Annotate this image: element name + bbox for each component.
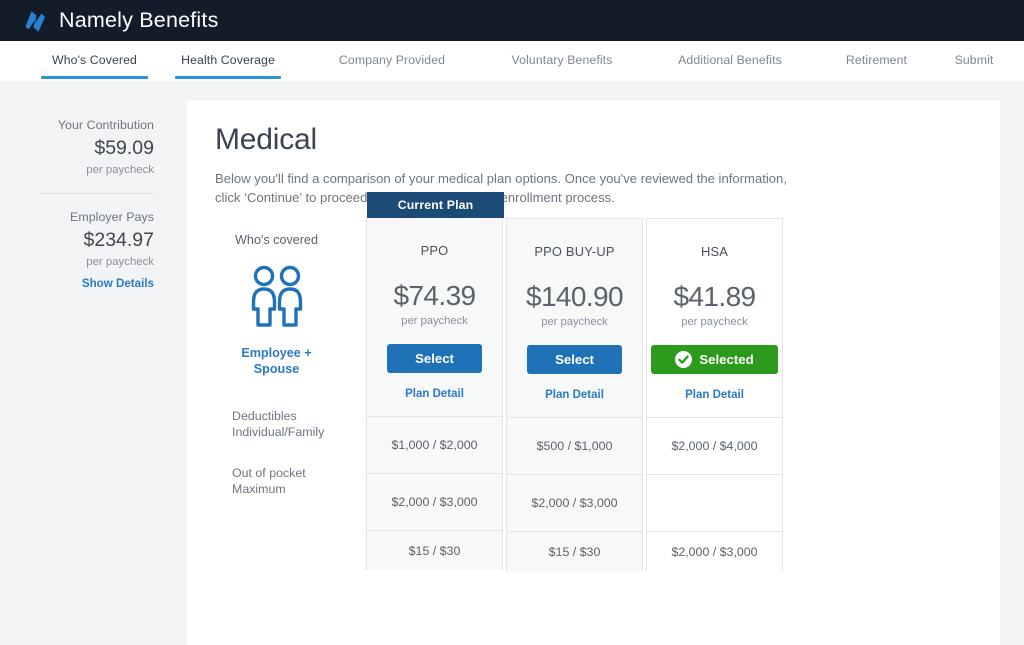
whos-covered-value-line2: Spouse — [254, 362, 300, 376]
your-contribution-label: Your Contribution — [0, 118, 154, 132]
employer-pays-block: Employer Pays $234.97 per paycheck Show … — [0, 210, 187, 292]
row-label-line1: Deductibles — [232, 409, 297, 423]
tab-company-provided[interactable]: Company Provided — [333, 41, 451, 81]
tab-underline — [840, 76, 913, 79]
page-body: Your Contribution $59.09 per paycheck Em… — [0, 81, 1024, 645]
cell-out-of-pocket-hsa — [646, 474, 783, 531]
selected-plan-button-hsa[interactable]: Selected — [651, 345, 778, 374]
tab-additional-benefits[interactable]: Additional Benefits — [668, 41, 792, 81]
tab-label: Company Provided — [339, 53, 445, 67]
tab-whos-covered[interactable]: Who's Covered — [41, 41, 148, 81]
namely-logo-icon — [22, 9, 48, 33]
selected-button-label: Selected — [699, 345, 753, 374]
contribution-sidebar: Your Contribution $59.09 per paycheck Em… — [0, 81, 187, 645]
plan-period: per paycheck — [647, 316, 782, 328]
check-circle-icon — [675, 351, 692, 368]
current-plan-badge: Current Plan — [367, 192, 504, 218]
employer-pays-label: Employer Pays — [0, 210, 154, 224]
plan-price: $140.90 — [507, 281, 642, 313]
plan-name: PPO BUY-UP — [507, 244, 642, 259]
tab-label: Retirement — [846, 53, 907, 67]
cell-deductibles-hsa: $2,000 / $4,000 — [646, 417, 783, 474]
plan-detail-link-ppo[interactable]: Plan Detail — [367, 388, 502, 400]
plan-column-ppo: Current Plan PPO $74.39 per paycheck Sel… — [366, 218, 503, 570]
tab-underline — [946, 76, 1002, 79]
cell-out-of-pocket-ppo: $2,000 / $3,000 — [366, 473, 503, 530]
tab-underline — [668, 76, 792, 79]
page-title: Medical — [215, 123, 972, 157]
tab-underline — [175, 76, 281, 79]
your-contribution-period: per paycheck — [0, 164, 154, 176]
plan-card-ppo-buy-up: PPO BUY-UP $140.90 per paycheck Select P… — [506, 218, 643, 417]
tab-underline — [41, 76, 148, 79]
your-contribution-block: Your Contribution $59.09 per paycheck — [0, 118, 187, 176]
your-contribution-amount: $59.09 — [0, 137, 154, 160]
plan-name: HSA — [647, 244, 782, 259]
employer-pays-amount: $234.97 — [0, 229, 154, 252]
tab-label: Who's Covered — [52, 53, 137, 67]
main-nav-tabs: Who's Covered Health Coverage Company Pr… — [0, 41, 1024, 81]
select-plan-button-ppo[interactable]: Select — [387, 344, 482, 373]
row-label-line2: Maximum — [232, 482, 286, 496]
plan-column-ppo-buy-up: PPO BUY-UP $140.90 per paycheck Select P… — [506, 218, 643, 571]
row-label-line2: Individual/Family — [232, 425, 324, 439]
tab-label: Additional Benefits — [678, 53, 782, 67]
app-header: Namely Benefits — [0, 0, 1024, 41]
plan-card-hsa: HSA $41.89 per paycheck Selected Plan De… — [646, 218, 783, 417]
plan-column-hsa: HSA $41.89 per paycheck Selected Plan De… — [646, 218, 783, 571]
whos-covered-value: Employee + Spouse — [187, 345, 366, 377]
page-description: Below you'll find a comparison of your m… — [215, 170, 800, 207]
panel-header: Medical Below you'll find a comparison o… — [187, 101, 1000, 207]
plan-price: $74.39 — [367, 280, 502, 312]
whos-covered-label: Who's covered — [187, 233, 366, 247]
tab-underline — [503, 76, 621, 79]
tab-label: Voluntary Benefits — [512, 53, 613, 67]
cell-deductibles-ppo-buy-up: $500 / $1,000 — [506, 417, 643, 474]
show-details-link[interactable]: Show Details — [82, 277, 154, 290]
content-panel: Medical Below you'll find a comparison o… — [187, 101, 1000, 645]
plan-period: per paycheck — [367, 315, 502, 327]
cell-copay-hsa: $2,000 / $3,000 — [646, 531, 783, 571]
two-people-icon — [246, 265, 308, 335]
cell-out-of-pocket-ppo-buy-up: $2,000 / $3,000 — [506, 474, 643, 531]
row-label-line1: Out of pocket — [232, 466, 306, 480]
whos-covered-block: Who's covered Employee + Spouse — [187, 218, 366, 377]
plan-period: per paycheck — [507, 316, 642, 328]
plan-price: $41.89 — [647, 281, 782, 313]
select-plan-button-ppo-buy-up[interactable]: Select — [527, 345, 622, 374]
tab-underline — [333, 76, 451, 79]
tab-retirement[interactable]: Retirement — [840, 41, 913, 81]
row-label-deductibles: Deductibles Individual/Family — [187, 408, 366, 440]
whos-covered-value-line1: Employee + — [241, 346, 311, 360]
cell-deductibles-ppo: $1,000 / $2,000 — [366, 416, 503, 473]
cell-copay-ppo-buy-up: $15 / $30 — [506, 531, 643, 571]
plan-name: PPO — [367, 243, 502, 258]
tab-label: Health Coverage — [181, 53, 275, 67]
tab-submit[interactable]: Submit — [946, 41, 1002, 81]
tab-health-coverage[interactable]: Health Coverage — [175, 41, 281, 81]
cell-copay-ppo: $15 / $30 — [366, 530, 503, 570]
row-label-out-of-pocket: Out of pocket Maximum — [187, 465, 366, 497]
sidebar-divider — [40, 193, 154, 194]
app-title: Namely Benefits — [59, 8, 219, 33]
plan-detail-link-hsa[interactable]: Plan Detail — [647, 389, 782, 401]
plan-detail-link-ppo-buy-up[interactable]: Plan Detail — [507, 389, 642, 401]
plan-card-ppo: Current Plan PPO $74.39 per paycheck Sel… — [366, 218, 503, 416]
tab-label: Submit — [955, 53, 994, 67]
employer-pays-period: per paycheck — [0, 256, 154, 268]
tab-voluntary-benefits[interactable]: Voluntary Benefits — [503, 41, 621, 81]
